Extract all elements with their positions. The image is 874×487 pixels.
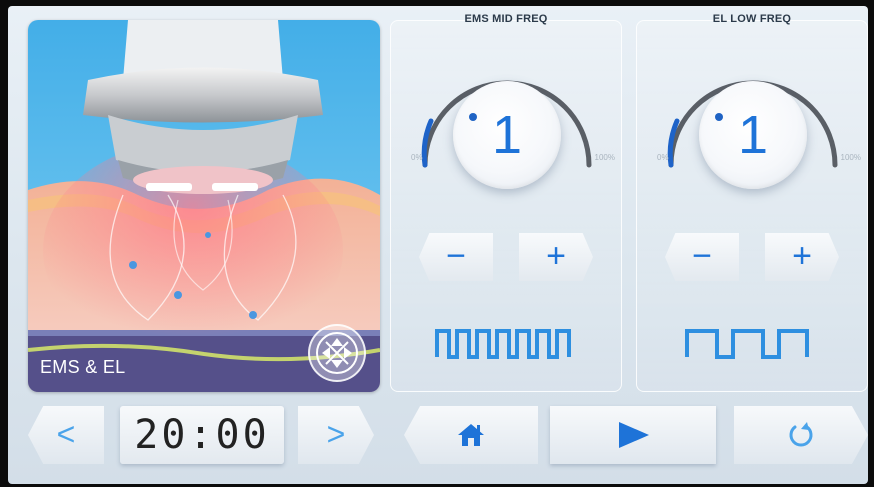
timer-display: 20:00 (120, 406, 284, 464)
device-screen: EMS & EL EMS MID FREQ 0% 100% 1 − + EL L… (8, 6, 868, 484)
el-low-freq-panel: EL LOW FREQ 0% 100% 1 − + (636, 13, 868, 392)
dial-knob[interactable]: 1 (453, 81, 561, 189)
el-decrease-button[interactable]: − (665, 233, 739, 281)
el-panel-title: EL LOW FREQ (712, 13, 792, 25)
treatment-image-panel: EMS & EL (28, 20, 380, 392)
el-intensity-value: 1 (737, 105, 769, 165)
timer-increase-button[interactable]: > (298, 406, 374, 464)
high-frequency-square-wave-icon (435, 329, 571, 359)
ems-increase-button[interactable]: + (519, 233, 593, 281)
el-intensity-dial[interactable]: 0% 100% 1 (653, 55, 861, 195)
ems-intensity-dial[interactable]: 0% 100% 1 (407, 55, 615, 195)
home-icon (458, 424, 484, 446)
ems-panel-title: EMS MID FREQ (464, 13, 548, 25)
dial-knob[interactable]: 1 (699, 81, 807, 189)
reset-icon (789, 422, 813, 447)
ems-decrease-button[interactable]: − (419, 233, 493, 281)
mode-label: EMS & EL (40, 357, 126, 377)
ems-intensity-value: 1 (491, 105, 523, 165)
home-button[interactable] (404, 406, 538, 464)
timer-decrease-button[interactable]: < (28, 406, 104, 464)
dial-max-label: 100% (594, 153, 615, 162)
dial-min-label: 0% (657, 153, 669, 162)
dial-min-label: 0% (411, 153, 423, 162)
reset-button[interactable] (734, 406, 868, 464)
mode-toggle-button[interactable] (308, 324, 366, 382)
dial-max-label: 100% (840, 153, 861, 162)
cross-arrows-icon (316, 332, 358, 374)
el-increase-button[interactable]: + (765, 233, 839, 281)
low-frequency-square-wave-icon (685, 329, 809, 359)
ems-mid-freq-panel: EMS MID FREQ 0% 100% 1 − + (390, 13, 622, 392)
play-button[interactable] (550, 406, 716, 464)
play-icon (619, 422, 649, 448)
